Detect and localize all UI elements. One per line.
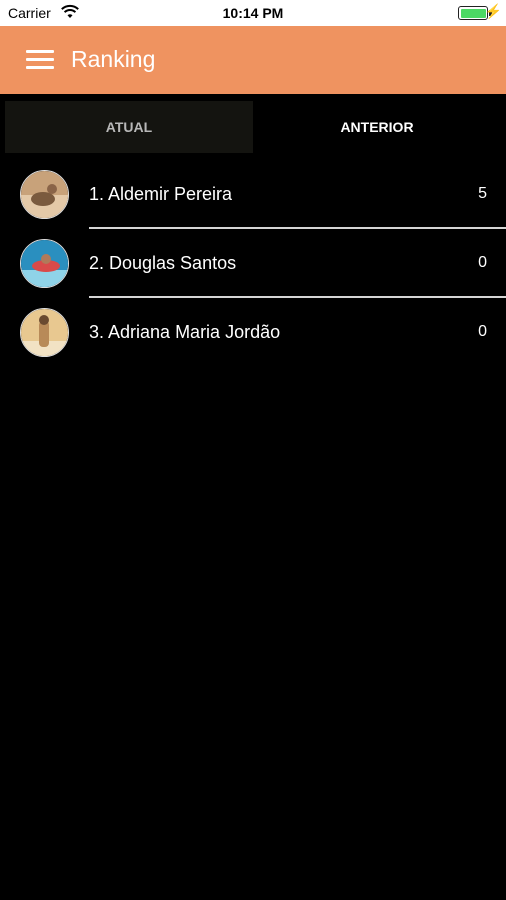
status-bar: Carrier 10:14 PM ⚡ [0,0,506,26]
avatar-photo-icon [21,240,68,287]
ranking-name: 2. Douglas Santos [89,253,237,273]
avatar [20,308,69,357]
battery-level [460,8,486,18]
ranking-score: 0 [478,254,487,271]
page-title: Ranking [71,46,156,72]
tab-bar: ATUAL ANTERIOR [5,101,501,153]
avatar [20,170,69,219]
list-item[interactable]: 2. Douglas Santos 0 [0,229,506,298]
ranking-name: 1. Aldemir Pereira [89,184,233,204]
list-item[interactable]: 1. Aldemir Pereira 5 [0,160,506,229]
avatar [20,239,69,288]
list-item[interactable]: 3. Adriana Maria Jordão 0 [0,298,506,367]
status-time: 10:14 PM [222,5,284,21]
avatar-photo-icon [21,171,68,218]
ranking-list: 1. Aldemir Pereira 5 2. Douglas Santos 0… [0,160,506,367]
tab-anterior[interactable]: ANTERIOR [253,101,501,153]
ranking-name: 3. Adriana Maria Jordão [89,322,281,342]
hamburger-menu-icon[interactable] [26,50,54,70]
menu-line [26,66,54,69]
battery-icon [458,6,488,20]
menu-line [26,58,54,61]
tab-atual[interactable]: ATUAL [5,101,253,153]
ranking-score: 5 [478,185,487,202]
ranking-score: 0 [478,323,487,340]
app-bar: Ranking [0,26,506,94]
avatar-photo-icon [21,309,68,356]
menu-line [26,50,54,53]
charging-bolt-icon: ⚡ [484,3,502,19]
